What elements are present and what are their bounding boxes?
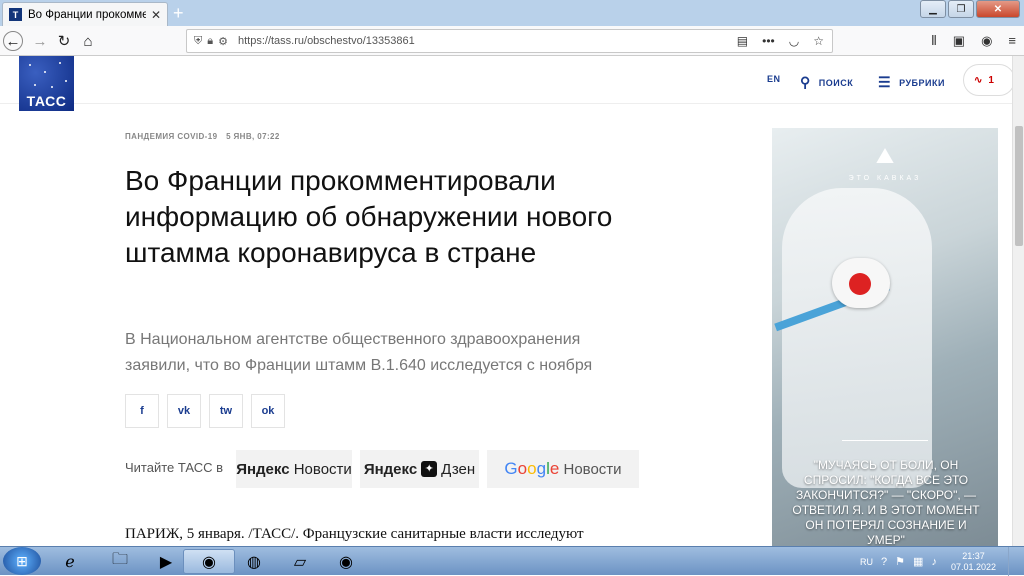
share-buttons: f vk tw ok [125,394,285,428]
reader-view-icon[interactable]: ▤ [737,34,748,48]
search-icon: ⚲ [800,74,811,90]
page-scrollbar[interactable] [1012,56,1024,546]
hamburger-icon: ☰ [878,74,892,90]
yandex-brand: Яндекс [236,460,290,478]
read-tass-label: Читайте ТАСС в [125,460,224,475]
ad-divider [842,440,928,441]
yandex-zen-button[interactable]: Яндекс ✦ Дзен [360,450,479,488]
permissions-icon[interactable]: ⚙ [218,35,228,48]
pocket-icon[interactable]: ◡ [789,34,799,48]
google-news-word: Новости [563,460,622,478]
show-desktop-button[interactable] [1008,547,1018,576]
page-content: ТАСС EN ⚲ ПОИСК ☰ РУБРИКИ ∿ 1 ПАНДЕМИЯ C… [0,56,1012,546]
google-logo: Google [504,459,560,478]
vk-icon: vk [177,405,191,417]
yandex-news-word: Новости [293,460,352,478]
pulse-icon: ∿ [974,74,983,86]
ad-brand: ⛰ ЭТО КАВКАЗ [772,143,998,182]
rubrics-label: РУБРИКИ [899,77,945,88]
ad-banner[interactable]: ⛰ ЭТО КАВКАЗ "МУЧАЯСЬ ОТ БОЛИ, ОН СПРОСИ… [772,128,998,546]
clock[interactable]: 21:37 07.01.2022 [951,551,996,573]
restore-button[interactable]: ❐ [948,0,974,18]
facebook-share-button[interactable]: f [125,394,159,428]
twitter-icon: tw [219,405,233,417]
explorer-taskbar-icon[interactable]: 🗀 [94,549,146,574]
zen-icon: ✦ [421,461,438,477]
browser-nav-bar: ← → ↻ ⌂ ⛨ 🔒︎ ⚙ https://tass.ru/obschestv… [0,26,1024,56]
system-tray: RU ? ⚑ ▦ ♪ 21:37 07.01.2022 [860,547,1024,576]
vk-share-button[interactable]: vk [167,394,201,428]
url-text[interactable]: https://tass.ru/obschestvo/13353861 [238,35,415,47]
tass-logo[interactable]: ТАСС [19,56,74,111]
google-news-button[interactable]: Google Новости [487,450,639,488]
browser-tab-bar: T Во Франции прокомментиро ✕ + ▁ ❐ ✕ [0,0,1024,26]
ad-image-mask-valve [849,273,871,295]
network-icon[interactable]: ▦ [913,555,923,568]
firefox2-taskbar-icon[interactable]: ◉ [320,549,372,574]
rubrics-button[interactable]: ☰ РУБРИКИ [878,74,945,91]
shield-icon[interactable]: ⛨ [194,35,202,48]
url-actions: ▤ ••• ◡ ☆ [737,34,832,48]
tab-title: Во Франции прокомментиро [28,8,146,21]
browser-tab[interactable]: T Во Франции прокомментиро ✕ [2,2,168,26]
zen-brand: Яндекс [363,460,418,478]
article-title: Во Франции прокомментировали информацию … [125,165,613,268]
reload-button[interactable]: ↻ [54,31,74,51]
window-controls: ▁ ❐ ✕ [920,0,1020,18]
home-button[interactable]: ⌂ [78,31,98,51]
url-bar[interactable]: ⛨ 🔒︎ ⚙ https://tass.ru/obschestvo/133538… [186,29,833,53]
facebook-icon: f [140,405,144,417]
chrome-taskbar-icon[interactable]: ◍ [228,549,280,574]
site-header: ТАСС EN ⚲ ПОИСК ☰ РУБРИКИ ∿ 1 [0,56,1012,111]
start-button[interactable]: ⊞ [3,547,41,575]
ad-brand-text: ЭТО КАВКАЗ [848,175,922,182]
notepad-taskbar-icon[interactable]: ▱ [274,549,326,574]
ok-share-button[interactable]: ok [251,394,285,428]
lang-label: EN [767,74,781,84]
live-count: 1 [988,74,994,86]
toolbar-right: ⫴ ▣ ◉ ≡ [931,33,1016,49]
search-label: ПОИСК [818,77,854,88]
article-lead: В Национальном агентстве общественного з… [125,331,593,374]
ad-image-figure [782,188,932,488]
logo-text: ТАСС [26,93,67,109]
article-date: 5 ЯНВ, 07:22 [226,132,280,141]
back-button[interactable]: ← [3,31,23,51]
library-icon[interactable]: ⫴ [931,33,936,49]
windows-taskbar: ⊞ ℯ 🗀 ▶ ◉ ◍ ▱ ◉ RU ? ⚑ ▦ ♪ 21:37 07.01.2… [0,546,1024,576]
clock-date: 07.01.2022 [950,561,996,572]
yandex-news-button[interactable]: Яндекс Новости [236,450,352,488]
twitter-share-button[interactable]: tw [209,394,243,428]
ad-quote: "МУЧАЯСЬ ОТ БОЛИ, ОН СПРОСИЛ: "КОГДА ВСЕ… [792,458,980,546]
clock-time: 21:37 [962,550,985,561]
lock-icon[interactable]: 🔒︎ [207,35,213,48]
more-actions-icon[interactable]: ••• [762,34,775,48]
tass-favicon-icon: T [9,8,22,21]
ie-taskbar-icon[interactable]: ℯ [44,549,96,574]
url-security-icons: ⛨ 🔒︎ ⚙ [187,35,228,48]
volume-icon[interactable]: ♪ [931,556,937,568]
odnoklassniki-icon: ok [261,405,275,417]
article-meta: ПАНДЕМИЯ COVID-19 5 ЯНВ, 07:22 [125,132,286,141]
minimize-button[interactable]: ▁ [920,0,946,18]
new-tab-button[interactable]: + [173,3,184,24]
rubric-link[interactable]: ПАНДЕМИЯ COVID-19 [125,132,217,141]
zen-word: Дзен [441,460,476,478]
close-window-button[interactable]: ✕ [976,0,1020,18]
bookmark-star-icon[interactable]: ☆ [813,34,824,48]
mountain-icon: ⛰ [875,143,895,168]
sidebar-icon[interactable]: ▣ [953,33,965,49]
lang-switch[interactable]: EN [767,74,781,84]
language-indicator[interactable]: RU [860,557,873,567]
close-tab-icon[interactable]: ✕ [151,8,161,22]
menu-icon[interactable]: ≡ [1008,33,1016,49]
help-icon[interactable]: ? [881,556,887,568]
search-button[interactable]: ⚲ ПОИСК [800,74,853,91]
scroll-thumb[interactable] [1015,126,1023,246]
action-center-icon[interactable]: ⚑ [895,555,905,568]
live-button[interactable]: ∿ 1 [963,64,1012,96]
forward-button[interactable]: → [30,31,50,51]
article-body: ПАРИЖ, 5 января. /ТАСС/. Французские сан… [125,526,584,542]
account-icon[interactable]: ◉ [981,33,992,49]
